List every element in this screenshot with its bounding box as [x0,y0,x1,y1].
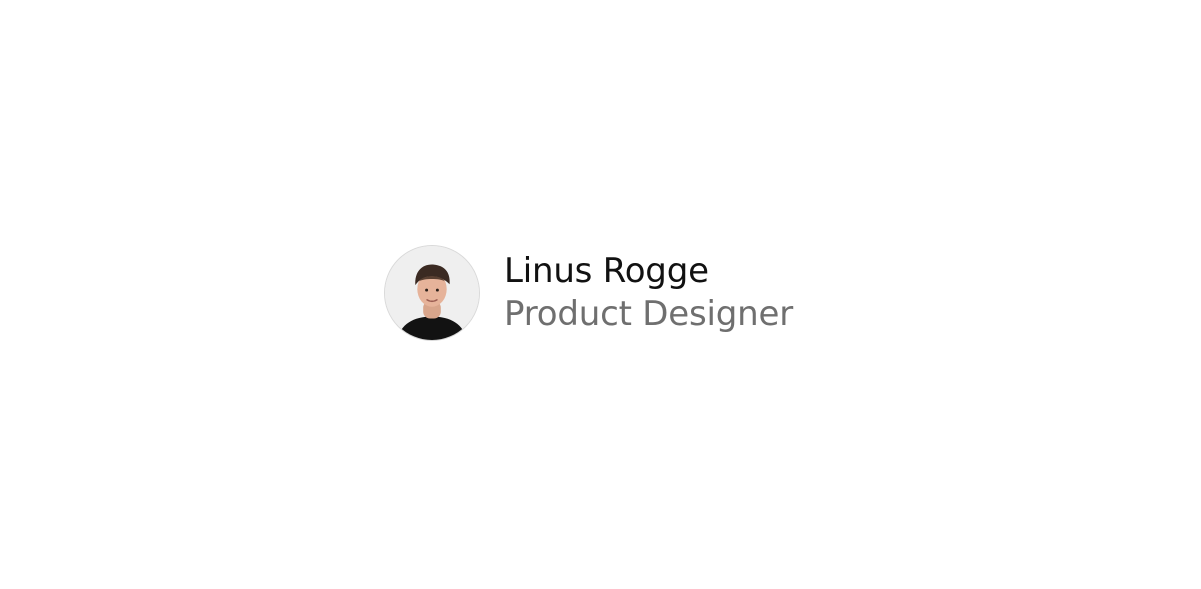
profile-name: Linus Rogge [504,250,709,291]
profile-text: Linus Rogge Product Designer [504,250,793,334]
avatar [384,245,480,341]
profile-role: Product Designer [504,294,793,334]
page-canvas: Linus Rogge Product Designer [0,0,1201,589]
profile-card: Linus Rogge Product Designer [384,245,793,341]
person-photo-icon [385,246,479,340]
